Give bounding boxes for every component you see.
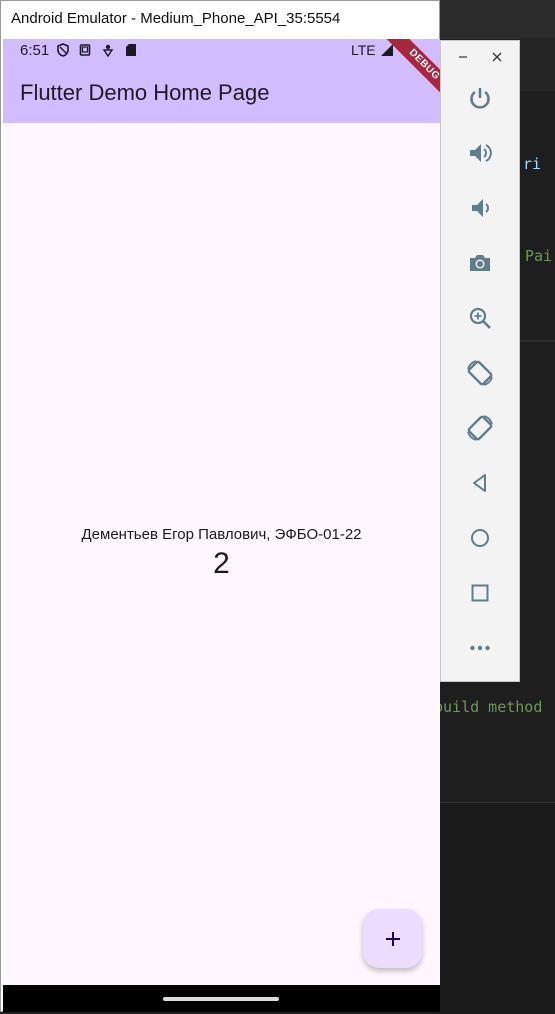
- ide-tab-strip[interactable]: [520, 38, 555, 91]
- ide-title-bar: [438, 0, 555, 39]
- home-icon: [471, 529, 489, 547]
- screen: ri Pai build method Android Emulator - M…: [0, 0, 555, 1014]
- emulator-window: Android Emulator - Medium_Phone_API_35:5…: [0, 0, 440, 1012]
- minimize-button[interactable]: [455, 49, 471, 65]
- ide-panel: [438, 802, 555, 1014]
- volume-up-button[interactable]: [465, 138, 495, 168]
- volume-down-button[interactable]: [465, 193, 495, 223]
- phone-screen[interactable]: 6:51 LTE Flutter Demo Home Page DEBUG Де…: [3, 39, 440, 1012]
- overview-button[interactable]: [465, 578, 495, 608]
- gesture-handle[interactable]: [163, 997, 279, 1001]
- zoom-icon: [469, 307, 491, 329]
- rotate-right-button[interactable]: [465, 413, 495, 443]
- screen-icon: [79, 44, 91, 56]
- emulator-toolbar: [440, 40, 520, 682]
- author-label: Дементьев Егор Павлович, ЭФБО-01-22: [81, 526, 362, 543]
- counter-value: 2: [213, 547, 230, 580]
- overview-icon: [471, 584, 489, 602]
- power-button[interactable]: [465, 83, 495, 113]
- network-type: LTE: [351, 42, 376, 58]
- camera-icon: [470, 255, 490, 271]
- download-icon: [102, 44, 114, 57]
- window-title: Android Emulator - Medium_Phone_API_35:5…: [11, 10, 341, 27]
- shield-icon: [57, 43, 69, 57]
- ide-code-fragment: build method: [434, 698, 543, 716]
- rotate-right-icon: [467, 415, 493, 441]
- rotate-left-icon: [467, 360, 493, 386]
- more-button[interactable]: [465, 633, 495, 663]
- power-icon: [470, 88, 490, 109]
- zoom-button[interactable]: [465, 303, 495, 333]
- close-button[interactable]: [489, 49, 505, 65]
- volume-down-icon: [472, 199, 489, 217]
- volume-up-icon: [470, 144, 492, 162]
- app-bar: 6:51 LTE Flutter Demo Home Page DEBUG: [3, 39, 440, 123]
- ide-code-fragment: ri: [523, 155, 542, 173]
- page-title: Flutter Demo Home Page: [20, 80, 270, 105]
- rotate-left-button[interactable]: [465, 358, 495, 388]
- status-time: 6:51: [20, 42, 50, 59]
- more-icon: [470, 645, 490, 651]
- increment-button[interactable]: [363, 909, 422, 968]
- home-button[interactable]: [465, 523, 495, 553]
- minimize-icon: [459, 56, 467, 58]
- ide-code-fragment: Pai: [525, 247, 553, 265]
- sd-card-icon: [126, 44, 136, 56]
- screenshot-button[interactable]: [465, 248, 495, 278]
- close-icon: [492, 52, 502, 62]
- system-nav-bar: [3, 985, 440, 1012]
- plus-icon: [385, 931, 400, 946]
- back-button[interactable]: [465, 468, 495, 498]
- back-icon: [473, 474, 486, 492]
